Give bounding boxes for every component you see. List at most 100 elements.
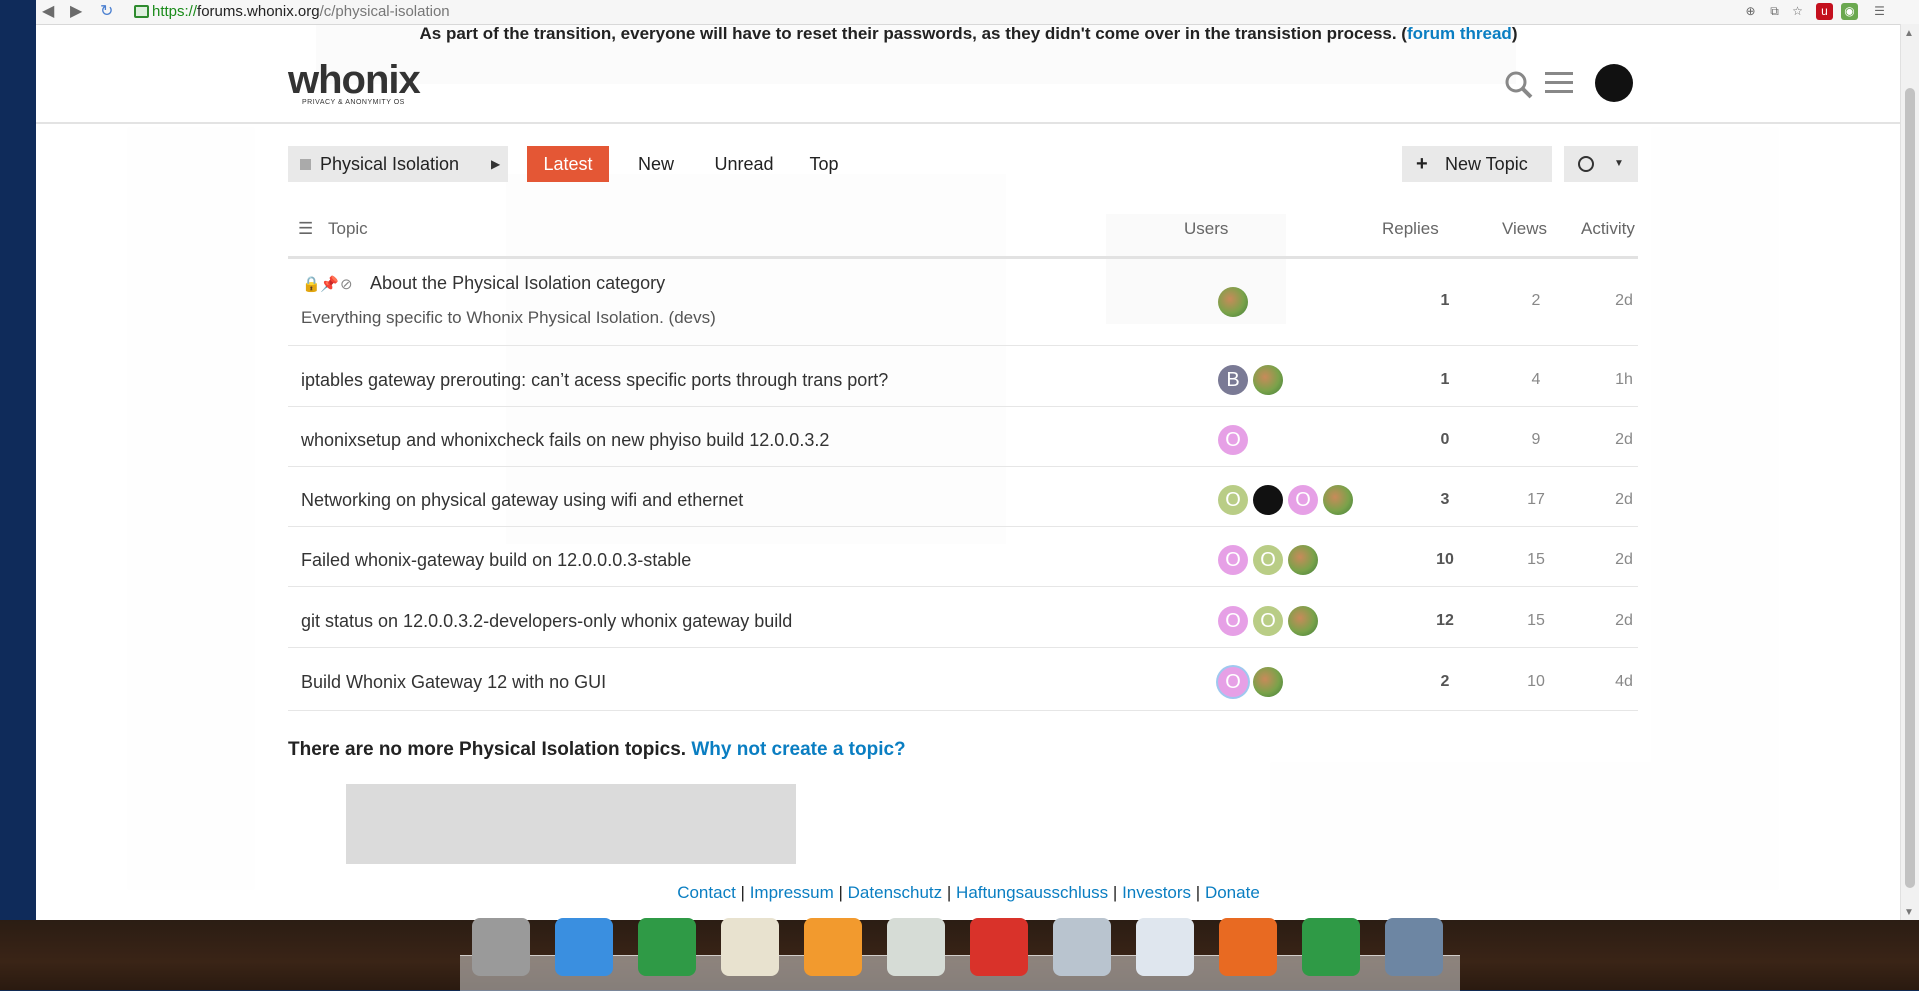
whonix-logo[interactable]: whonix PRIVACY & ANONYMITY OS — [288, 58, 428, 108]
view-count: 2 — [1531, 292, 1541, 309]
scroll-up-icon[interactable]: ▲ — [1904, 28, 1914, 39]
back-icon[interactable]: ◀ — [42, 2, 54, 22]
announcement-banner: As part of the transition, everyone will… — [419, 24, 1518, 43]
poster-avatar[interactable] — [1288, 606, 1318, 636]
mail-icon[interactable] — [721, 918, 779, 976]
chrome-2-icon[interactable] — [1302, 918, 1360, 976]
topic-title-link[interactable]: git status on 12.0.0.3.2-developers-only… — [301, 610, 792, 632]
poster-avatar[interactable] — [1288, 545, 1318, 575]
tab-top[interactable]: Top — [798, 146, 850, 182]
column-users: Users — [1184, 219, 1229, 238]
url-field[interactable]: https://forums.whonix.org/c/physical-iso… — [152, 3, 450, 21]
column-replies[interactable]: Replies — [1382, 218, 1439, 240]
extension-icon[interactable]: ◉ — [1841, 3, 1858, 20]
poster-avatar[interactable] — [1218, 287, 1248, 317]
home-folder-icon[interactable] — [472, 918, 530, 976]
chrome-icon[interactable] — [638, 918, 696, 976]
poster-avatar[interactable]: O — [1218, 606, 1248, 636]
column-views[interactable]: Views — [1502, 218, 1547, 240]
footer-link-investors[interactable]: Investors — [1122, 883, 1191, 902]
topic-title-link[interactable]: whonixsetup and whonixcheck fails on new… — [301, 429, 829, 451]
music-icon[interactable] — [804, 918, 862, 976]
activity-age[interactable]: 2d — [1599, 290, 1649, 312]
footer-link-datenschutz[interactable]: Datenschutz — [848, 883, 943, 902]
topic-title-link[interactable]: iptables gateway prerouting: can’t acess… — [301, 369, 888, 391]
view-count: 10 — [1527, 673, 1545, 690]
row-divider — [288, 710, 1638, 711]
poster-avatar[interactable]: O — [1218, 425, 1248, 455]
column-activity[interactable]: Activity — [1581, 218, 1635, 240]
view-count: 15 — [1527, 612, 1545, 629]
topic-title-link[interactable]: Failed whonix-gateway build on 12.0.0.0.… — [301, 549, 691, 571]
pin-icon: 📌 — [320, 276, 339, 293]
row-divider — [288, 406, 1638, 407]
footer-link-impressum[interactable]: Impressum — [750, 883, 834, 902]
view-count: 9 — [1531, 431, 1541, 448]
tab-unread[interactable]: Unread — [704, 146, 784, 182]
settings-toggle-icon[interactable] — [1136, 918, 1194, 976]
tab-new[interactable]: New — [626, 146, 686, 182]
virtualbox-icon[interactable] — [1385, 918, 1443, 976]
scrollbar-thumb[interactable] — [1905, 88, 1915, 888]
no-more-topics: There are no more Physical Isolation top… — [288, 739, 906, 760]
reply-count: 2 — [1440, 673, 1450, 690]
forum-thread-link[interactable]: forum thread — [1407, 24, 1512, 43]
activity-age[interactable]: 1h — [1599, 369, 1649, 391]
activity-age[interactable]: 2d — [1599, 549, 1649, 571]
footer-link-haftungsausschluss[interactable]: Haftungsausschluss — [956, 883, 1108, 902]
hamburger-menu-icon[interactable] — [1545, 70, 1575, 101]
current-user-avatar[interactable] — [1595, 64, 1633, 102]
poster-avatar[interactable]: O — [1253, 545, 1283, 575]
activity-age[interactable]: 2d — [1599, 429, 1649, 451]
ublock-icon[interactable]: u — [1816, 3, 1833, 20]
desktop-left-strip — [0, 0, 36, 920]
app-center-icon[interactable] — [1219, 918, 1277, 976]
reload-icon[interactable]: ↻ — [100, 2, 113, 22]
translate-icon[interactable]: ⧉ — [1766, 3, 1783, 20]
category-dropdown[interactable]: Physical Isolation ▶ — [288, 146, 508, 182]
create-topic-link[interactable]: Why not create a topic? — [691, 739, 905, 760]
browser-menu-icon[interactable]: ☰ — [1871, 3, 1888, 20]
poster-avatar[interactable]: O — [1288, 485, 1318, 515]
topic-title-link[interactable]: Build Whonix Gateway 12 with no GUI — [301, 671, 606, 693]
forward-icon[interactable]: ▶ — [70, 2, 82, 22]
column-topic[interactable]: Topic — [328, 218, 368, 240]
notification-level-button[interactable]: ▼ — [1564, 146, 1638, 182]
new-topic-button[interactable]: + New Topic — [1402, 146, 1552, 182]
list-icon: ☰ — [298, 219, 314, 238]
zoom-icon[interactable]: ⊕ — [1742, 3, 1759, 20]
star-icon[interactable]: ☆ — [1789, 3, 1806, 20]
scroll-down-icon[interactable]: ▼ — [1904, 907, 1914, 918]
search-icon[interactable] — [1504, 70, 1534, 105]
header-divider — [36, 122, 1901, 124]
poster-avatar[interactable] — [1323, 485, 1353, 515]
workspaces-icon[interactable] — [555, 918, 613, 976]
poster-avatar[interactable]: O — [1218, 545, 1248, 575]
photos-icon[interactable] — [1053, 918, 1111, 976]
address-bar[interactable]: ◀ ▶ ↻ https://forums.whonix.org/c/physic… — [36, 0, 1919, 25]
lock-icon — [134, 5, 149, 18]
calendar-icon[interactable] — [887, 918, 945, 976]
poster-avatar[interactable] — [1253, 365, 1283, 395]
activity-age[interactable]: 2d — [1599, 610, 1649, 632]
reply-count: 1 — [1440, 292, 1450, 309]
eye-slash-icon: ⊘ — [340, 276, 353, 293]
activity-age[interactable]: 2d — [1599, 489, 1649, 511]
poster-avatar[interactable]: B — [1218, 365, 1248, 395]
poster-avatar[interactable]: O — [1253, 606, 1283, 636]
vertical-scrollbar[interactable]: ▲ ▼ — [1900, 24, 1919, 920]
reply-count: 3 — [1440, 491, 1450, 508]
poster-avatar[interactable]: O — [1218, 485, 1248, 515]
poster-avatar[interactable] — [1253, 667, 1283, 697]
topic-title-link[interactable]: Networking on physical gateway using wif… — [301, 489, 743, 511]
activity-age[interactable]: 4d — [1599, 671, 1649, 693]
poster-avatar[interactable]: O — [1218, 667, 1248, 697]
poster-avatar[interactable] — [1253, 485, 1283, 515]
tab-latest[interactable]: Latest — [527, 146, 609, 182]
table-header-divider — [288, 256, 1638, 259]
reply-count: 1 — [1440, 371, 1450, 388]
footer-link-donate[interactable]: Donate — [1205, 883, 1260, 902]
footer-link-contact[interactable]: Contact — [677, 883, 736, 902]
video-icon[interactable] — [970, 918, 1028, 976]
topic-title-link[interactable]: About the Physical Isolation category — [370, 272, 665, 294]
